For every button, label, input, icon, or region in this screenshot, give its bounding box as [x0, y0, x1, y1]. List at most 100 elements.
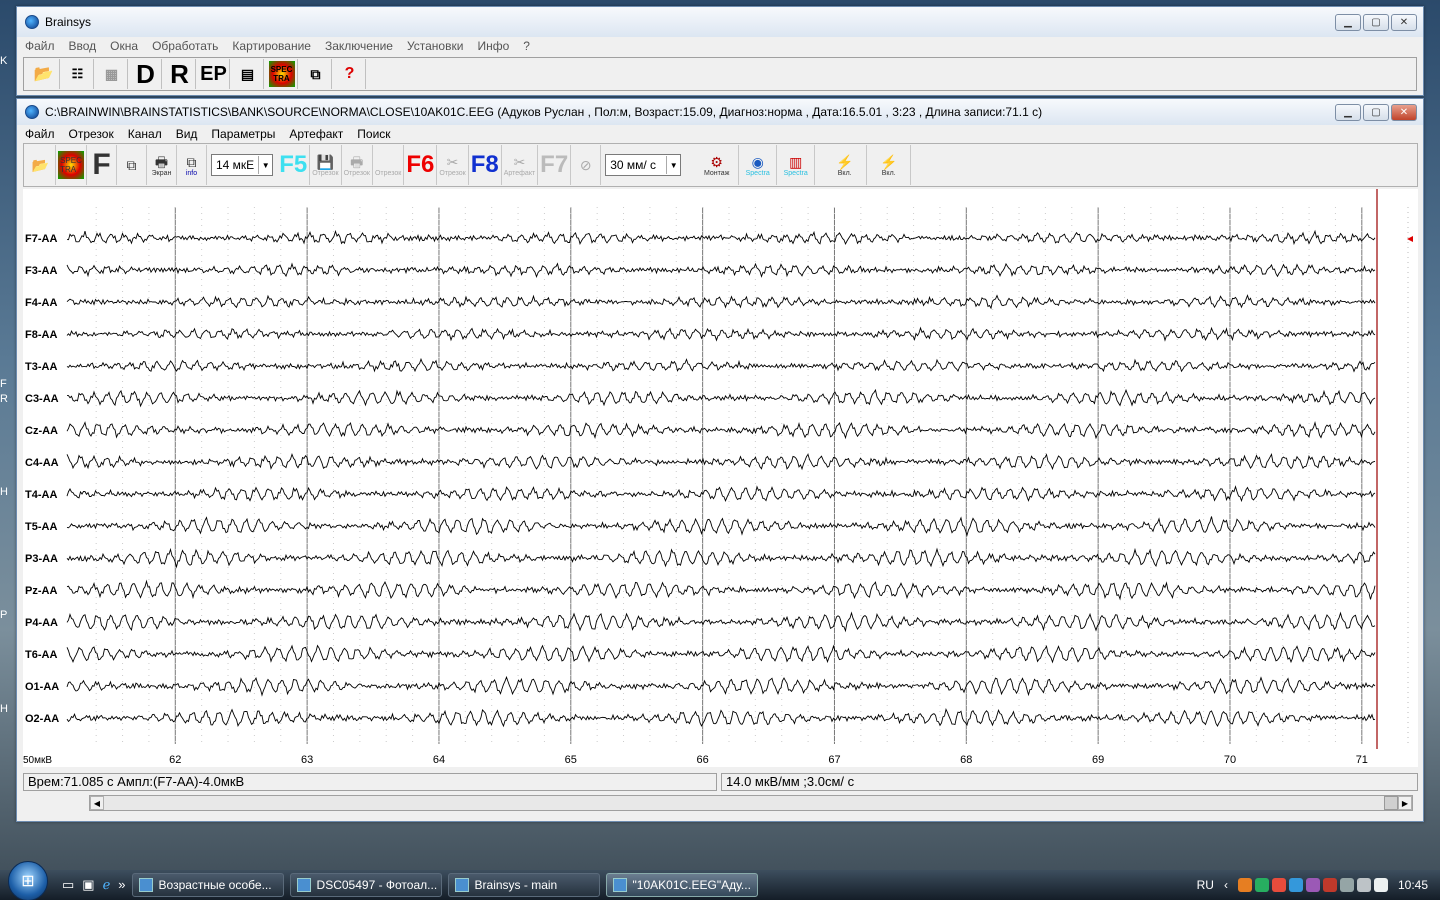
eeg-menu-item[interactable]: Файл — [25, 127, 55, 141]
eeg-plot-area[interactable]: 62 63 64 65 66 67 68 69 70 71 50мкВ F7-AA F3-AA F4-AA… — [23, 189, 1418, 767]
main-titlebar[interactable]: Brainsys ▁ ▢ ✕ — [17, 7, 1423, 37]
tray-app-icon[interactable] — [1322, 878, 1337, 892]
main-menu-item[interactable]: Ввод — [69, 39, 97, 53]
scroll-right-icon[interactable]: ▶ — [1398, 796, 1412, 810]
main-menu-item[interactable]: Установки — [407, 39, 463, 53]
eeg-menu-item[interactable]: Вид — [176, 127, 198, 141]
main-menu-item[interactable]: Окна — [110, 39, 138, 53]
eeg-menu-item[interactable]: Параметры — [211, 127, 275, 141]
main-menu-item[interactable]: Файл — [25, 39, 55, 53]
spectra-icon[interactable]: SPEC TRA — [56, 145, 87, 185]
task-photo[interactable]: DSC05497 - Фотоал... — [289, 873, 442, 897]
horizontal-scrollbar[interactable]: ◀ ▶ — [89, 795, 1413, 811]
main-menubar: Файл Ввод Окна Обработать Картирование Заключ… — [17, 37, 1423, 55]
x-tick-label: 69 — [1092, 754, 1104, 766]
copy-icon[interactable]: ⧉ — [117, 145, 147, 185]
maximize-button[interactable]: ▢ — [1363, 13, 1389, 31]
channel-label: T5-AA — [25, 521, 57, 533]
spectra-button-1[interactable]: ◉ Spectra — [739, 145, 778, 185]
f6-button[interactable]: F6 — [404, 145, 438, 185]
tray-app-icon[interactable] — [1288, 878, 1303, 892]
spectra-icon[interactable]: SPEC TRA — [266, 59, 298, 89]
tray-app-icon[interactable] — [1339, 878, 1354, 892]
disabled-icon[interactable]: ⊘ — [571, 145, 602, 185]
montage-button[interactable]: ⚙ Монтаж — [695, 145, 740, 185]
x-tick-label: 67 — [828, 754, 840, 766]
eeg-menu-item[interactable]: Артефакт — [289, 127, 343, 141]
channel-label: F7-AA — [25, 233, 57, 245]
close-button[interactable]: ✕ — [1391, 13, 1417, 31]
artefact-cut-button[interactable]: ✂ Артефакт — [502, 145, 539, 185]
eeg-menu-item[interactable]: Канал — [128, 127, 162, 141]
network-icon[interactable] — [1356, 878, 1371, 892]
segment-button[interactable]: Отрезок — [373, 145, 405, 185]
channel-label: F3-AA — [25, 265, 57, 277]
copy-icon[interactable]: ⧉ — [300, 59, 332, 89]
table-icon[interactable]: ▦ — [96, 59, 128, 89]
show-desktop-icon[interactable]: ▭ — [62, 877, 74, 893]
task-brainsys-main[interactable]: Brainsys - main — [447, 873, 600, 897]
main-menu-item[interactable]: Обработать — [152, 39, 218, 53]
tray-app-icon[interactable] — [1271, 878, 1286, 892]
clock[interactable]: 10:45 — [1398, 878, 1428, 892]
d-button[interactable]: D — [130, 59, 162, 89]
window-switch-icon[interactable]: ▣ — [82, 877, 94, 893]
eeg-menu-item[interactable]: Отрезок — [69, 127, 114, 141]
tray-app-icon[interactable] — [1305, 878, 1320, 892]
calculator-icon[interactable]: ▤ — [232, 59, 264, 89]
main-menu-item[interactable]: Инфо — [477, 39, 509, 53]
chevron-right-icon[interactable]: » — [118, 877, 125, 893]
f8-button[interactable]: F8 — [469, 145, 502, 185]
brainsys-icon — [25, 15, 39, 29]
help-icon[interactable]: ? — [334, 59, 366, 89]
eeg-chart[interactable]: 62 63 64 65 66 67 68 69 70 71 50мкВ F7-AA F3-AA F4-AA… — [23, 189, 1418, 767]
main-menu-item[interactable]: Картирование — [232, 39, 311, 53]
info-button[interactable]: ⧉ info — [177, 145, 207, 185]
eeg-close-button[interactable]: ✕ — [1391, 103, 1417, 121]
desktop-label: F — [0, 378, 7, 390]
eeg-trace — [66, 229, 1376, 246]
spectra-button-2[interactable]: ▥ Spectra — [777, 145, 816, 185]
eeg-titlebar[interactable]: C:\BRAINWIN\BRAINSTATISTICS\BANK\SOURCE\… — [17, 99, 1423, 125]
task-eeg-file[interactable]: "10AK01C.EEG"Аду... — [605, 873, 758, 897]
ep-button[interactable]: EP — [198, 59, 230, 89]
f-button[interactable]: F — [87, 145, 117, 185]
tray-app-icon[interactable] — [1237, 878, 1252, 892]
scroll-left-icon[interactable]: ◀ — [90, 796, 104, 810]
segment-print-button[interactable]: 🖶 Отрезок — [342, 145, 373, 185]
ie-icon[interactable]: ℯ — [103, 877, 111, 893]
f5-button[interactable]: F5 — [277, 145, 311, 185]
channel-label: P4-AA — [25, 617, 58, 629]
channel-label: O2-AA — [25, 713, 59, 725]
start-button[interactable]: ⊞ — [8, 861, 48, 900]
r-button[interactable]: R — [164, 59, 196, 89]
tray-app-icon[interactable] — [1254, 878, 1269, 892]
eeg-window-title: C:\BRAINWIN\BRAINSTATISTICS\BANK\SOURCE\… — [45, 105, 1043, 119]
f7-button[interactable]: F7 — [538, 145, 572, 185]
open-folder-icon[interactable]: 📂 — [28, 59, 60, 89]
minimize-button[interactable]: ▁ — [1335, 13, 1361, 31]
chevron-left-icon[interactable]: ‹ — [1224, 878, 1228, 892]
main-menu-item[interactable]: Заключение — [325, 39, 393, 53]
desktop-label: H — [0, 486, 8, 498]
task-word[interactable]: Возрастные особе... — [131, 873, 284, 897]
language-indicator[interactable]: RU — [1197, 878, 1214, 892]
scroll-thumb[interactable] — [1384, 796, 1398, 810]
volume-icon[interactable] — [1373, 878, 1388, 892]
tree-icon[interactable]: ☷ — [62, 59, 94, 89]
brainsys-icon — [454, 878, 469, 892]
amplitude-select[interactable]: 14 мкЕ ▼ — [211, 154, 274, 176]
screen-print-button[interactable]: 🖶 Экран — [147, 145, 177, 185]
open-folder-icon[interactable]: 📂 — [26, 145, 56, 185]
speed-select[interactable]: 30 мм/ с ▼ — [605, 154, 682, 176]
segment-cut-button[interactable]: ✂ Отрезок — [437, 145, 469, 185]
eeg-menu-item[interactable]: Поиск — [357, 127, 390, 141]
eeg-trace — [66, 485, 1376, 503]
main-menu-item[interactable]: ? — [523, 39, 530, 53]
segment-save-button[interactable]: 💾 Отрезок — [310, 145, 342, 185]
enable-button-1[interactable]: ⚡ Вкл. — [823, 145, 868, 185]
eeg-maximize-button[interactable]: ▢ — [1363, 103, 1389, 121]
eeg-minimize-button[interactable]: ▁ — [1335, 103, 1361, 121]
enable-button-2[interactable]: ⚡ Вкл. — [867, 145, 912, 185]
brainsys-main-window: Brainsys ▁ ▢ ✕ Файл Ввод Окна Обработать Кар… — [16, 6, 1424, 96]
